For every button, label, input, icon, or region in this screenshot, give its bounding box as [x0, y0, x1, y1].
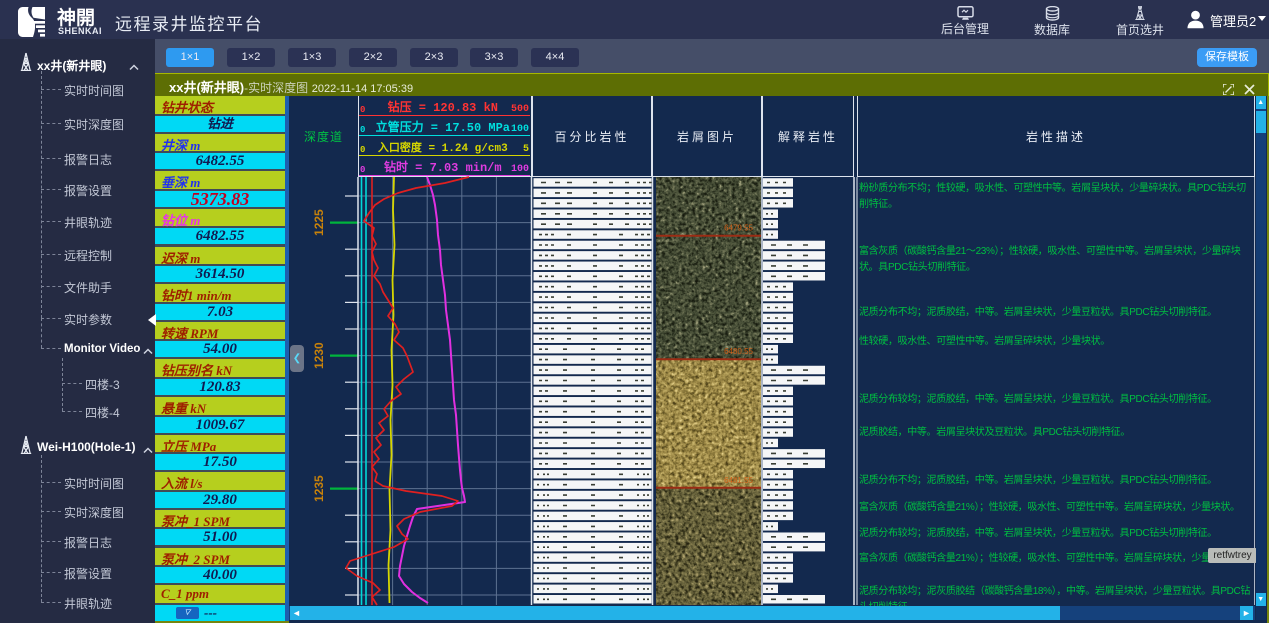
svg-text:6479.55: 6479.55 [724, 224, 753, 233]
svg-text:6481.55: 6481.55 [724, 476, 753, 485]
svg-text:1225: 1225 [312, 209, 326, 236]
svg-text:1235: 1235 [312, 475, 326, 502]
svg-text:1230: 1230 [312, 342, 326, 369]
svg-text:6480.55: 6480.55 [724, 347, 753, 356]
